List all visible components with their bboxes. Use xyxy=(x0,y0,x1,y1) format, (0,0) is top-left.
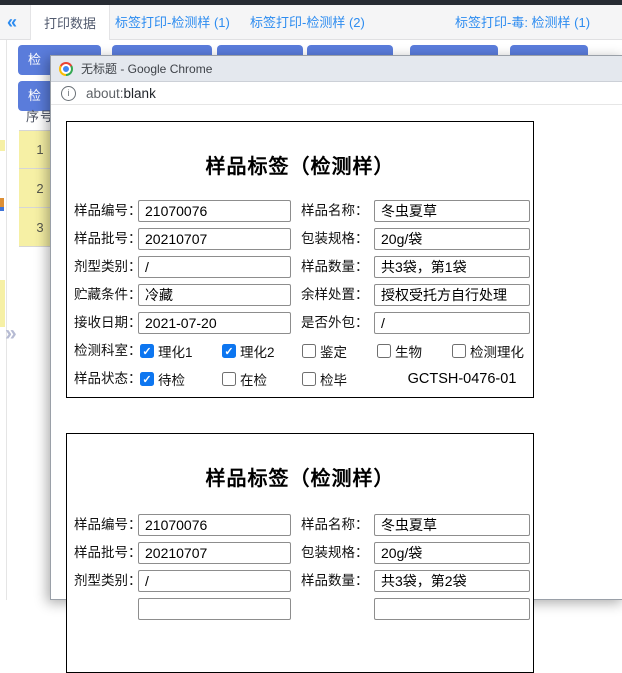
checkbox[interactable] xyxy=(222,344,236,358)
field-input[interactable]: / xyxy=(374,312,530,334)
checkbox-label: 理化1 xyxy=(158,341,193,361)
checkbox[interactable] xyxy=(302,344,316,358)
address-bar: about:blank xyxy=(51,82,622,105)
panel-divider xyxy=(6,40,7,600)
checkbox[interactable] xyxy=(140,372,154,386)
field-input[interactable]: 21070076 xyxy=(138,514,291,536)
info-icon xyxy=(61,86,76,101)
window-titlebar[interactable]: 无标题 - Google Chrome xyxy=(51,56,622,82)
warning-icon xyxy=(0,207,4,211)
checkbox[interactable] xyxy=(377,344,391,358)
chrome-logo-icon xyxy=(59,62,73,76)
field-input[interactable]: 冬虫夏草 xyxy=(374,200,530,222)
checkbox[interactable] xyxy=(452,344,466,358)
field-label: 样品批号： xyxy=(74,228,142,250)
tab-print-data[interactable]: 打印数据 xyxy=(30,5,110,40)
collapse-tabs-icon[interactable]: « xyxy=(7,5,17,40)
field-label: 剂型类别： xyxy=(74,256,142,278)
field-input[interactable]: 共3袋，第1袋 xyxy=(374,256,530,278)
tab-label-print-toxic-sample-1[interactable]: 标签打印-毒: 检测样 (1) xyxy=(455,5,590,40)
field-label: 剂型类别： xyxy=(74,570,142,592)
checkbox-label: 在检 xyxy=(240,369,267,389)
field-label: 样品数量： xyxy=(301,570,369,592)
tab-label-print-sample-1[interactable]: 标签打印-检测样 (1) xyxy=(115,5,230,40)
sample-label-card: 样品标签（检测样） 样品编号： 21070076 样品名称： 冬虫夏草 样品批号… xyxy=(66,121,534,398)
card-title: 样品标签（检测样） xyxy=(67,150,533,179)
field-input[interactable]: 20210707 xyxy=(138,228,291,250)
checkbox[interactable] xyxy=(140,344,154,358)
field-input[interactable] xyxy=(374,598,530,620)
field-input[interactable]: / xyxy=(138,570,291,592)
field-input[interactable]: 20210707 xyxy=(138,542,291,564)
field-input[interactable] xyxy=(138,598,291,620)
sample-label-card: 样品标签（检测样） 样品编号： 21070076 样品名称： 冬虫夏草 样品批号… xyxy=(66,433,534,673)
field-label: 贮藏条件： xyxy=(74,284,142,306)
field-input[interactable]: 2021-07-20 xyxy=(138,312,291,334)
checkbox-label: 理化2 xyxy=(240,341,275,361)
field-label: 是否外包： xyxy=(301,312,369,334)
checkbox-label: 待检 xyxy=(158,369,185,389)
field-input[interactable]: 20g/袋 xyxy=(374,542,530,564)
field-label: 样品批号： xyxy=(74,542,142,564)
card-title: 样品标签（检测样） xyxy=(67,462,533,491)
field-label: 样品编号： xyxy=(74,200,142,222)
chrome-popup-window: 无标题 - Google Chrome about:blank 样品标签（检测样… xyxy=(50,55,622,600)
checkbox-label: 鉴定 xyxy=(320,341,347,361)
checkbox[interactable] xyxy=(222,372,236,386)
field-label: 样品状态： xyxy=(74,370,142,388)
checkbox-label: 检测理化 xyxy=(470,341,524,361)
checkbox[interactable] xyxy=(302,372,316,386)
expand-sidebar-icon[interactable]: » xyxy=(5,322,17,346)
row-sliver xyxy=(0,280,5,327)
field-label: 包装规格： xyxy=(301,542,369,564)
field-label: 样品名称： xyxy=(301,200,369,222)
field-label: 样品编号： xyxy=(74,514,142,536)
field-input[interactable]: 共3袋，第2袋 xyxy=(374,570,530,592)
field-input[interactable]: 冬虫夏草 xyxy=(374,514,530,536)
field-label: 检测科室： xyxy=(74,342,142,360)
field-input[interactable]: / xyxy=(138,256,291,278)
field-input[interactable]: 冷藏 xyxy=(138,284,291,306)
field-input[interactable]: 21070076 xyxy=(138,200,291,222)
field-label: 接收日期： xyxy=(74,312,142,334)
field-input[interactable]: 20g/袋 xyxy=(374,228,530,250)
checkbox-label: 检毕 xyxy=(320,369,347,389)
field-label: 样品名称： xyxy=(301,514,369,536)
sample-code: GCTSH-0476-01 xyxy=(397,370,527,388)
window-title: 无标题 - Google Chrome xyxy=(81,60,212,77)
url-text: about:blank xyxy=(86,86,156,101)
warning-icon xyxy=(0,198,4,207)
checkbox-label: 生物 xyxy=(395,341,422,361)
field-input[interactable]: 授权受托方自行处理 xyxy=(374,284,530,306)
field-label: 余样处置： xyxy=(301,284,369,306)
field-label: 包装规格： xyxy=(301,228,369,250)
field-label: 样品数量： xyxy=(301,256,369,278)
tab-label-print-sample-2[interactable]: 标签打印-检测样 (2) xyxy=(250,5,365,40)
row-sliver xyxy=(0,140,5,151)
